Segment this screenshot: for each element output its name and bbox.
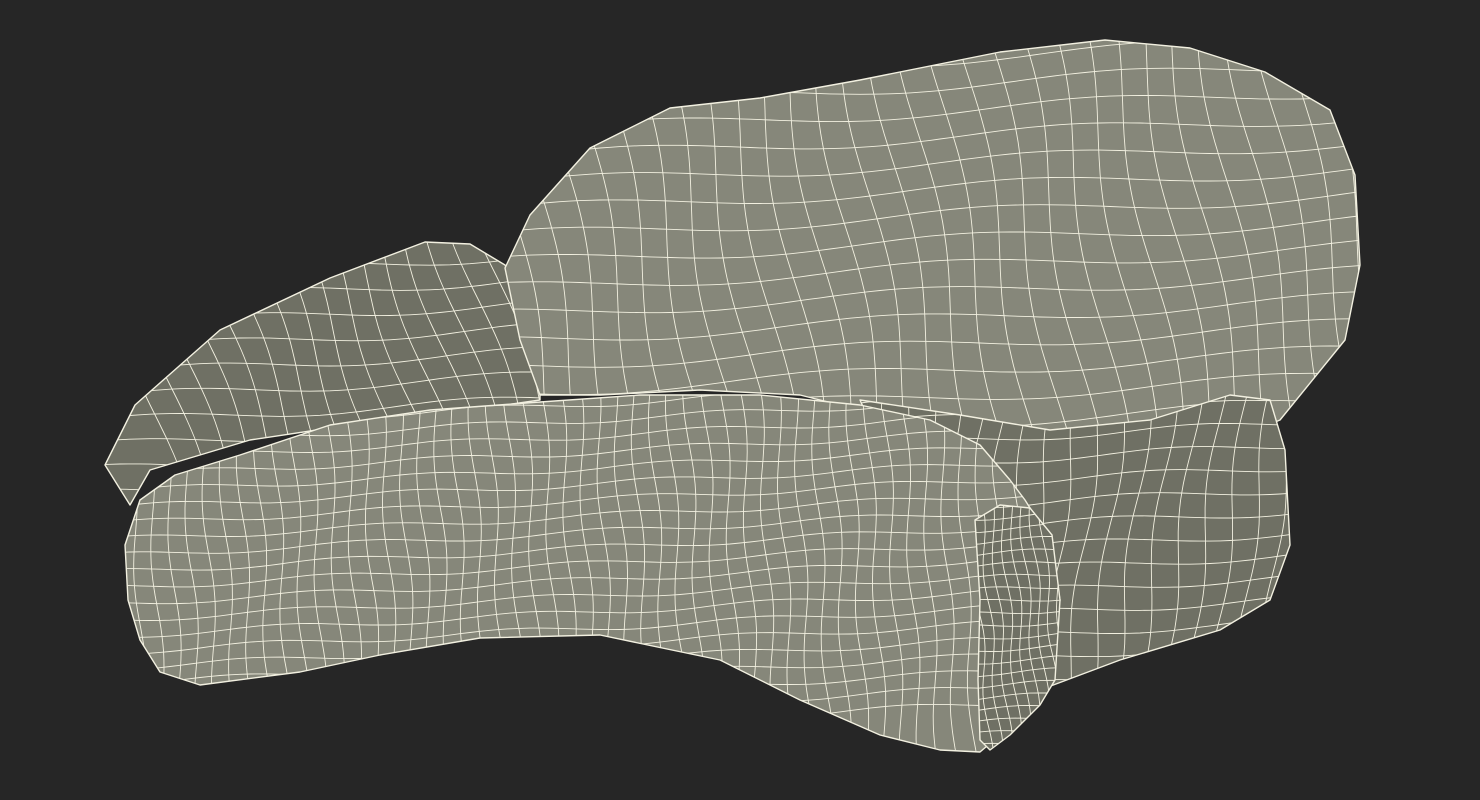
mesh-edge [505,40,1360,63]
mesh-edge [975,748,1060,750]
sofa-wireframe-model [104,0,1466,753]
mesh-edge [1349,40,1360,470]
mesh-edge [1384,30,1466,478]
render-viewport [0,0,1480,800]
mesh-edge [400,0,1460,35]
